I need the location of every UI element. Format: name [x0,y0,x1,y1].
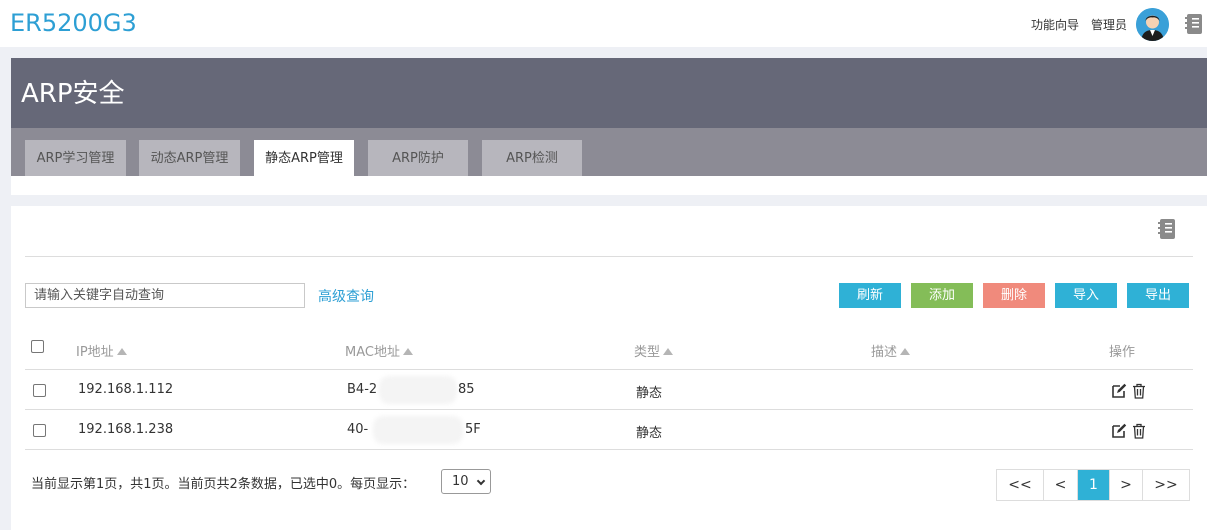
page-1-button[interactable]: 1 [1078,470,1110,500]
mac-cell-prefix: B4-2 [347,382,378,397]
device-model-title: ER5200G3 [10,9,137,37]
pagination: << < 1 > >> [996,469,1190,501]
sort-up-icon [116,348,127,355]
sort-up-icon [900,348,911,355]
pagination-status: 当前显示第1页，共1页。当前页共2条数据，已选中0。每页显示： [31,477,416,492]
page-size-select[interactable]: 10 [441,469,491,494]
chevron-down-icon [476,476,486,486]
admin-link[interactable]: 管理员 [1091,16,1127,33]
trash-icon[interactable] [1131,383,1147,399]
edit-icon[interactable] [1111,423,1127,439]
sort-up-icon [663,348,674,355]
tab-bar: ARP学习管理 动态ARP管理 静态ARP管理 ARP防护 ARP检测 [11,128,1207,176]
redacted-mac-blur [379,376,457,404]
tab-arp-protection[interactable]: ARP防护 [368,140,468,176]
page-title-panel: ARP安全 [11,58,1207,128]
column-header-description[interactable]: 描述 [871,341,911,360]
tab-arp-detection[interactable]: ARP检测 [482,140,582,176]
content-panel: 高级查询 刷新 添加 删除 导入 导出 IP地址 MAC地址 类型 描述 操作 … [11,206,1207,530]
mac-cell-suffix: 5F [465,422,481,437]
type-cell: 静态 [636,386,663,401]
tab-dynamic-arp[interactable]: 动态ARP管理 [139,140,240,176]
add-button[interactable]: 添加 [911,283,973,308]
mac-cell-prefix: 40- [347,422,369,437]
sort-up-icon [402,348,413,355]
page-title: ARP安全 [21,79,125,109]
notebook-icon[interactable] [1184,13,1204,35]
import-button[interactable]: 导入 [1055,283,1117,308]
trash-icon[interactable] [1131,423,1147,439]
mac-cell-suffix: 85 [458,382,475,397]
notebook-icon[interactable] [1157,218,1177,240]
column-header-type[interactable]: 类型 [634,341,674,360]
divider [25,256,1193,257]
edit-icon[interactable] [1111,383,1127,399]
refresh-button[interactable]: 刷新 [839,283,901,308]
delete-button[interactable]: 删除 [983,283,1045,308]
prev-page-button[interactable]: < [1044,470,1078,500]
user-avatar[interactable] [1136,8,1169,41]
type-cell: 静态 [636,426,663,441]
tab-content-strip [11,176,1207,195]
last-page-button[interactable]: >> [1143,470,1189,500]
ip-cell: 192.168.1.238 [78,422,174,437]
search-input[interactable] [25,283,305,308]
export-button[interactable]: 导出 [1127,283,1189,308]
table-row: 192.168.1.112 B4-2 85 静态 [25,370,1193,410]
tab-arp-learning[interactable]: ARP学习管理 [25,140,126,176]
function-wizard-link[interactable]: 功能向导 [1031,16,1079,33]
ip-cell: 192.168.1.112 [78,382,174,397]
select-all-checkbox[interactable] [31,340,44,353]
column-header-mac[interactable]: MAC地址 [345,341,413,360]
table-header: IP地址 MAC地址 类型 描述 操作 [25,330,1193,370]
row-checkbox[interactable] [33,424,46,437]
column-header-ip[interactable]: IP地址 [76,341,127,360]
advanced-search-link[interactable]: 高级查询 [318,286,374,306]
top-header: ER5200G3 功能向导 管理员 [0,0,1207,47]
column-header-operation: 操作 [1109,345,1136,360]
row-checkbox[interactable] [33,384,46,397]
table-row: 192.168.1.238 40- 5F 静态 [25,410,1193,450]
next-page-button[interactable]: > [1110,470,1143,500]
redacted-mac-blur [373,416,463,444]
tab-static-arp[interactable]: 静态ARP管理 [254,140,354,176]
first-page-button[interactable]: << [997,470,1044,500]
